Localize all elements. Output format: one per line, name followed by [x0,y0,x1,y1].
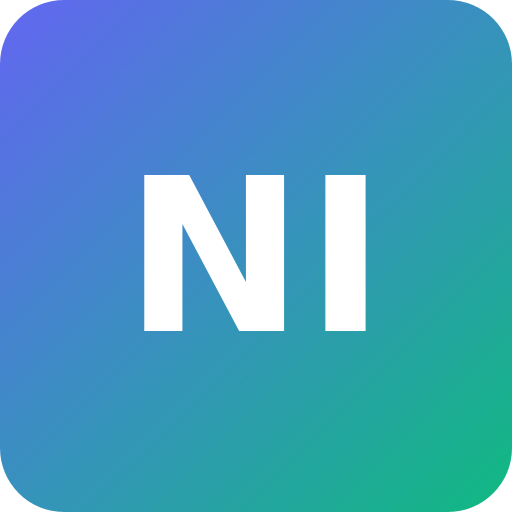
icon-initials: NI [124,133,388,382]
app-icon: NI [0,0,512,512]
